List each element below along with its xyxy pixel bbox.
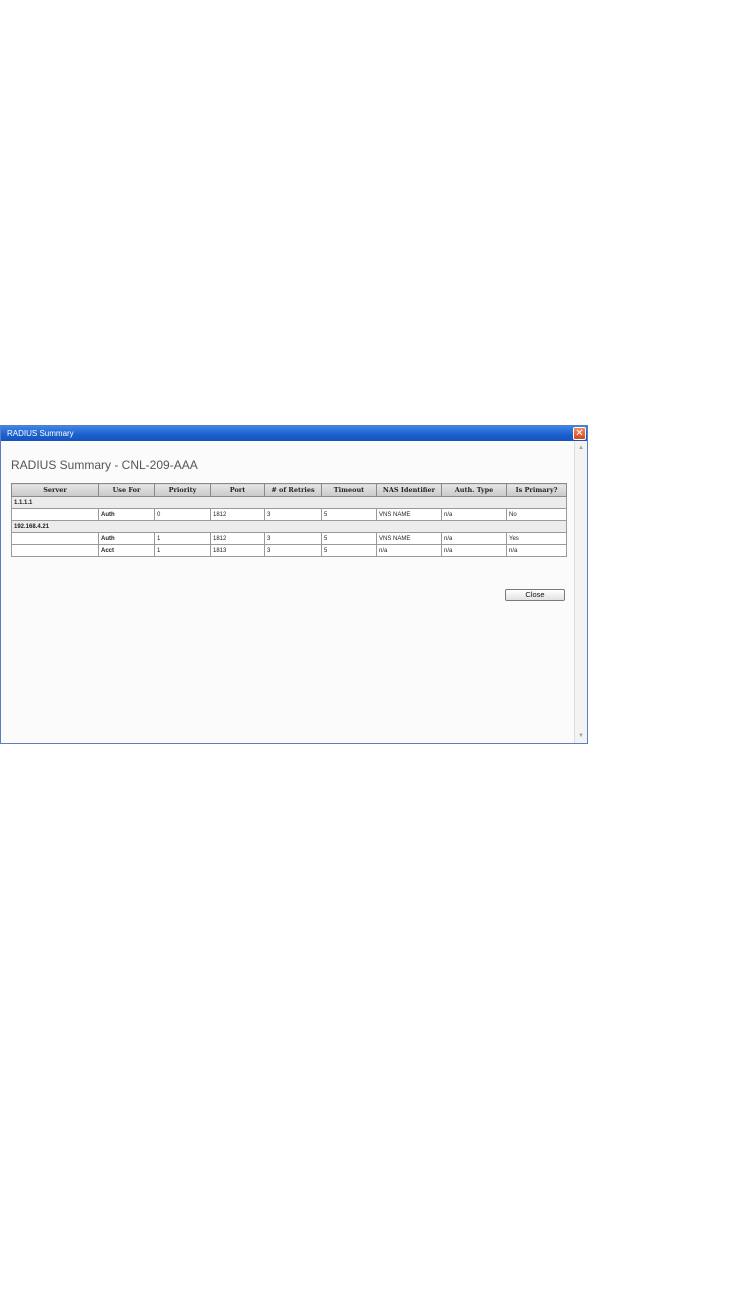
cell-port: 1813: [210, 544, 265, 557]
column-header-priority[interactable]: Priority: [154, 483, 211, 497]
table-row[interactable]: Auth 1 1812 3 5 VNS NAME n/a Yes: [11, 532, 567, 545]
server-group-row[interactable]: 192.168.4.21: [11, 520, 567, 533]
column-header-retries[interactable]: # of Retries: [264, 483, 322, 497]
cell-auth-type: n/a: [441, 532, 507, 545]
column-header-auth-type[interactable]: Auth. Type: [441, 483, 507, 497]
cell-retries: 3: [264, 532, 322, 545]
column-header-timeout[interactable]: Timeout: [321, 483, 377, 497]
column-header-server[interactable]: Server: [11, 483, 99, 497]
table-header-row: Server Use For Priority Port # of Retrie…: [11, 483, 567, 497]
cell-auth-type: n/a: [441, 508, 507, 521]
cell-priority: 1: [154, 544, 211, 557]
cell-timeout: 5: [321, 508, 377, 521]
title-bar[interactable]: RADIUS Summary ✕: [1, 426, 587, 441]
table-row[interactable]: Acct 1 1813 3 5 n/a n/a n/a: [11, 544, 567, 557]
cell-is-primary: n/a: [506, 544, 567, 557]
server-group-label: 1.1.1.1: [11, 496, 567, 509]
cell-is-primary: No: [506, 508, 567, 521]
column-header-use-for[interactable]: Use For: [98, 483, 155, 497]
cell-priority: 1: [154, 532, 211, 545]
window-title: RADIUS Summary: [7, 429, 74, 438]
cell-port: 1812: [210, 532, 265, 545]
column-header-is-primary[interactable]: Is Primary?: [506, 483, 567, 497]
cell-use-for: Auth: [98, 508, 155, 521]
cell-timeout: 5: [321, 532, 377, 545]
cell-priority: 0: [154, 508, 211, 521]
cell-nas-identifier: VNS NAME: [376, 508, 442, 521]
scroll-down-icon[interactable]: ▼: [576, 731, 586, 741]
cell-retries: 3: [264, 508, 322, 521]
cell-use-for: Acct: [98, 544, 155, 557]
server-group-label: 192.168.4.21: [11, 520, 567, 533]
radius-server-table: Server Use For Priority Port # of Retrie…: [11, 483, 567, 557]
close-button[interactable]: Close: [505, 589, 565, 601]
cell-nas-identifier: VNS NAME: [376, 532, 442, 545]
page-title: RADIUS Summary - CNL-209-AAA: [11, 458, 198, 472]
vertical-scrollbar[interactable]: ▲ ▼: [574, 441, 587, 743]
cell-server: [11, 544, 99, 557]
close-icon[interactable]: ✕: [573, 427, 586, 440]
column-header-nas-identifier[interactable]: NAS Identifier: [376, 483, 442, 497]
cell-server: [11, 532, 99, 545]
cell-auth-type: n/a: [441, 544, 507, 557]
column-header-port[interactable]: Port: [210, 483, 265, 497]
cell-is-primary: Yes: [506, 532, 567, 545]
scroll-up-icon[interactable]: ▲: [576, 443, 586, 453]
radius-summary-window: RADIUS Summary ✕ RADIUS Summary - CNL-20…: [0, 425, 588, 744]
cell-retries: 3: [264, 544, 322, 557]
table-row[interactable]: Auth 0 1812 3 5 VNS NAME n/a No: [11, 508, 567, 521]
cell-use-for: Auth: [98, 532, 155, 545]
server-group-row[interactable]: 1.1.1.1: [11, 496, 567, 509]
cell-server: [11, 508, 99, 521]
dialog-content: RADIUS Summary - CNL-209-AAA Server Use …: [1, 441, 574, 743]
cell-timeout: 5: [321, 544, 377, 557]
cell-nas-identifier: n/a: [376, 544, 442, 557]
cell-port: 1812: [210, 508, 265, 521]
